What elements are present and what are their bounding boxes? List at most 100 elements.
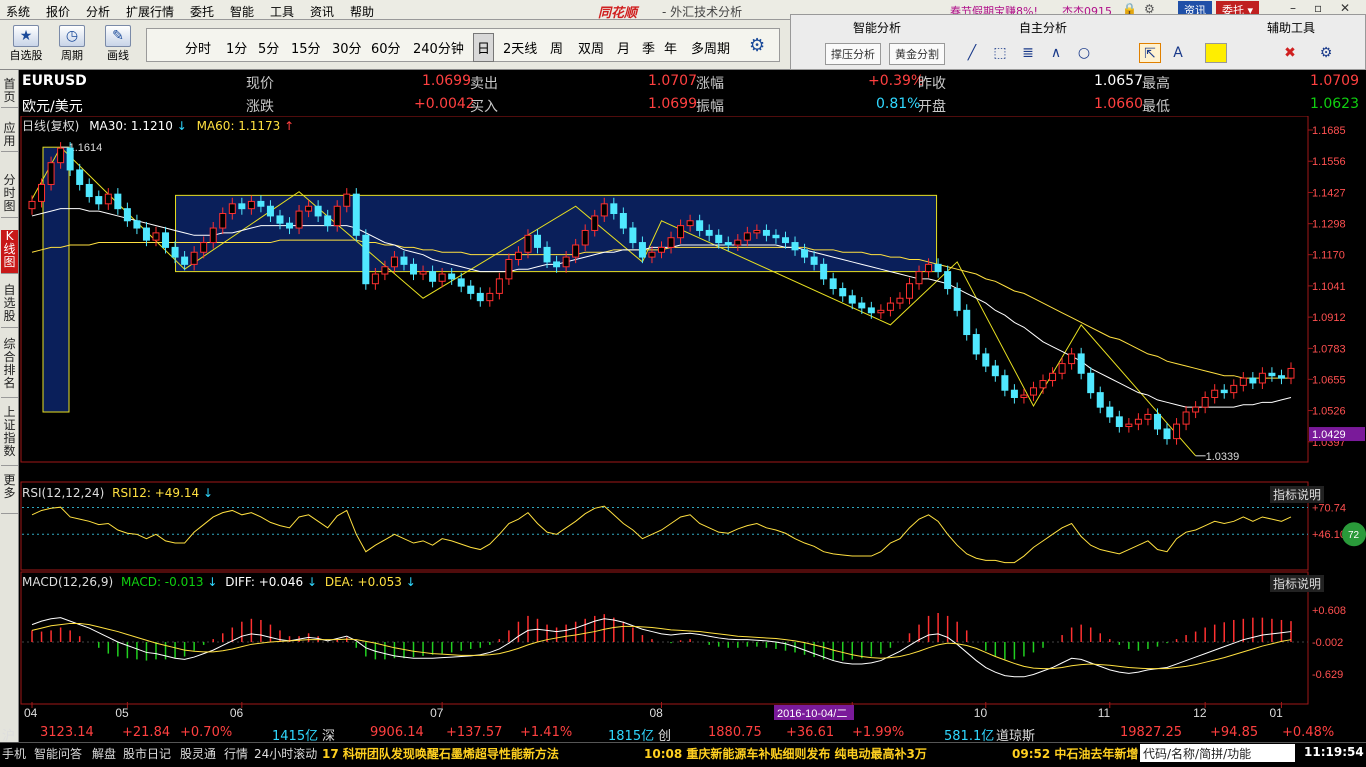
side-tab-intraday[interactable]: 分时图: [1, 174, 18, 218]
menu-ext-quote[interactable]: 扩展行情: [126, 3, 174, 20]
candle-body: [638, 242, 646, 258]
kline-chart[interactable]: 1.1685 1.1556 1.1427 1.1298 1.1170 1.1041 1.09…: [20, 116, 1366, 724]
status-tab[interactable]: 股灵通: [180, 745, 216, 762]
candle-body: [47, 162, 55, 185]
menu-trade[interactable]: 委托: [190, 3, 214, 20]
circle-icon[interactable]: ○: [1073, 43, 1095, 63]
support-resistance-button[interactable]: 撑压分析: [825, 43, 881, 65]
menu-help[interactable]: 帮助: [350, 3, 374, 20]
status-tab[interactable]: 智能问答: [34, 745, 82, 762]
status-tab[interactable]: 手机: [2, 745, 26, 762]
code-search-input[interactable]: 代码/名称/简拼/功能: [1140, 744, 1295, 762]
period-day[interactable]: 日: [473, 33, 495, 62]
period-intraday[interactable]: 分时: [185, 38, 211, 57]
chart-area[interactable]: 1.1685 1.1556 1.1427 1.1298 1.1170 1.1041 1.09…: [20, 116, 1366, 742]
period-month[interactable]: 月: [617, 38, 630, 57]
rsi-help-button[interactable]: 指标说明: [1270, 486, 1325, 503]
settings-icon[interactable]: ⚙: [1315, 43, 1337, 63]
settings-icon[interactable]: ⚙: [749, 35, 765, 56]
parallel-lines-icon[interactable]: ≣: [1017, 43, 1039, 63]
rectangle-icon[interactable]: ⬚: [989, 43, 1011, 63]
candle-body: [715, 234, 723, 244]
period-30min[interactable]: 30分: [332, 38, 362, 57]
candle-body: [314, 205, 322, 217]
wave-icon[interactable]: ∧: [1045, 43, 1067, 63]
period-2day[interactable]: 2天线: [503, 38, 537, 57]
macd-help-button[interactable]: 指标说明: [1270, 575, 1325, 592]
menu-analysis[interactable]: 分析: [86, 3, 110, 20]
draw-label: 画线: [107, 49, 129, 62]
period-week[interactable]: 周: [550, 38, 563, 57]
menu-info[interactable]: 资讯: [310, 3, 334, 20]
quote-label: 买入: [470, 99, 498, 115]
candle-body: [66, 147, 74, 171]
legend-ma30: MA30: 1.1210: [89, 119, 173, 133]
price-tick-label: 1.1556: [1312, 156, 1346, 168]
candle-body: [162, 232, 170, 248]
smart-analysis-header[interactable]: 智能分析: [853, 19, 901, 36]
status-tab[interactable]: 行情: [224, 745, 248, 762]
menu-tools[interactable]: 工具: [270, 3, 294, 20]
period-5min[interactable]: 5分: [258, 38, 279, 57]
golden-section-button[interactable]: 黄金分割: [889, 43, 945, 65]
close-icon[interactable]: ✕: [1340, 1, 1350, 15]
cursor-icon[interactable]: ⇱: [1139, 43, 1161, 63]
app-logo: 同花顺: [598, 6, 638, 21]
aux-tools-header[interactable]: 辅助工具: [1267, 19, 1315, 36]
menu-quote[interactable]: 报价: [46, 3, 70, 20]
status-tab[interactable]: 24小时滚动: [254, 745, 317, 762]
period-2week[interactable]: 双周: [578, 38, 604, 57]
delete-icon[interactable]: ✖: [1279, 43, 1301, 63]
side-tab-ranking[interactable]: 综合排名: [1, 338, 18, 398]
news-ticker[interactable]: 17 科研团队发现唤醒石墨烯超导性能新方法: [322, 745, 559, 762]
arrow-down-icon: ↓: [405, 575, 416, 589]
symbol-name: 欧元/美元: [22, 99, 83, 115]
status-tab[interactable]: 股市日记: [123, 745, 171, 762]
candle-body: [600, 203, 608, 217]
status-tab[interactable]: 解盘: [92, 745, 116, 762]
text-tool-icon[interactable]: A: [1167, 43, 1189, 63]
arrow-down-icon: ↓: [306, 575, 318, 589]
candle-body: [200, 242, 208, 253]
period-quarter[interactable]: 季: [642, 38, 655, 57]
favorites-tool[interactable]: ★ 自选股: [6, 23, 46, 68]
side-tab-apps[interactable]: 应用: [1, 122, 18, 152]
trendline-icon[interactable]: ╱: [961, 43, 983, 63]
self-analysis-header[interactable]: 自主分析: [1019, 19, 1067, 36]
candle-body: [95, 196, 103, 205]
period-year[interactable]: 年: [664, 38, 677, 57]
period-1min[interactable]: 1分: [226, 38, 247, 57]
arrow-up-icon: ↑: [284, 119, 295, 133]
index-value: 19827.25: [1120, 725, 1183, 740]
side-tab-kline[interactable]: K线图: [1, 230, 18, 274]
period-tool[interactable]: ◷ 周期: [52, 23, 92, 68]
index-change: +36.61: [786, 725, 835, 740]
price-tick-label: 1.1685: [1312, 125, 1346, 137]
side-tab-favorites[interactable]: 自选股: [1, 284, 18, 328]
draw-tool[interactable]: ✎ 画线: [98, 23, 138, 68]
news-ticker[interactable]: 09:52 中石油去年新增: [1012, 745, 1138, 762]
period-240min[interactable]: 240分钟: [413, 38, 464, 57]
candle-body: [1173, 423, 1181, 440]
side-tab-sh-index[interactable]: 上证指数: [1, 406, 18, 466]
candle-body: [381, 266, 389, 275]
candle-body: [219, 213, 227, 229]
candle-body: [610, 203, 618, 215]
candle-body: [1049, 372, 1057, 382]
period-60min[interactable]: 60分: [371, 38, 401, 57]
period-15min[interactable]: 15分: [291, 38, 321, 57]
period-multi[interactable]: 多周期: [691, 38, 730, 57]
side-tab-home[interactable]: 首页: [1, 78, 18, 108]
candle-body: [705, 229, 713, 236]
news-ticker[interactable]: 10:08 重庆新能源车补贴细则发布 纯电动最高补3万: [644, 745, 927, 762]
restore-icon[interactable]: ▫: [1314, 1, 1322, 15]
menu-system[interactable]: 系统: [6, 3, 30, 20]
color-swatch-icon[interactable]: ■: [1205, 43, 1227, 63]
candle-body: [181, 256, 189, 265]
candle-body: [410, 263, 418, 275]
price-tick-label: 1.0526: [1312, 406, 1346, 418]
menu-smart[interactable]: 智能: [230, 3, 254, 20]
candle-body: [514, 251, 522, 261]
minimize-icon[interactable]: –: [1290, 1, 1296, 15]
side-tab-more[interactable]: 更多: [1, 474, 18, 514]
